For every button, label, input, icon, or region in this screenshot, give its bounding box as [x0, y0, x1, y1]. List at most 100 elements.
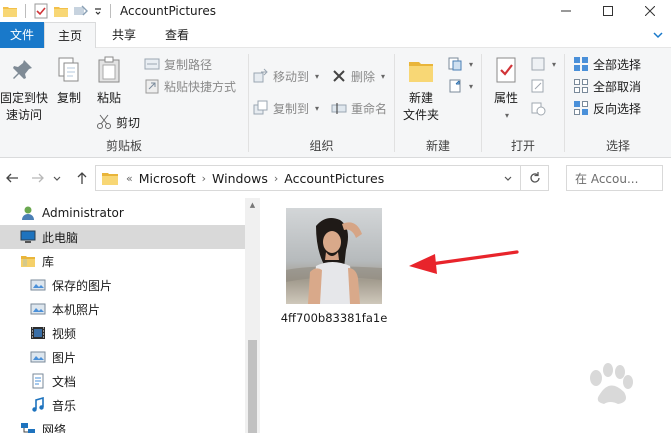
tab-view[interactable]: 查看 [150, 22, 204, 48]
breadcrumb-microsoft[interactable]: Microsoft [139, 171, 196, 186]
invert-selection-label: 反向选择 [593, 101, 642, 116]
rename-icon[interactable] [73, 3, 89, 19]
address-history-button[interactable] [498, 166, 518, 190]
delete-button[interactable]: 删除 ▾ [331, 66, 385, 86]
tab-share[interactable]: 共享 [100, 22, 148, 48]
pictures-library-icon [30, 277, 46, 293]
address-bar[interactable]: « Microsoft › Windows › AccountPictures [95, 165, 549, 191]
invert-selection-button[interactable]: 反向选择 [573, 98, 641, 118]
nav-item-label: 文档 [52, 374, 77, 389]
minimize-icon [561, 10, 571, 12]
nav-item-network[interactable]: 网络 [20, 417, 245, 433]
pin-label-line2: 速访问 [5, 108, 42, 122]
maximize-button[interactable] [587, 0, 629, 22]
breadcrumb-overflow-icon[interactable]: « [126, 172, 133, 185]
dropdown-arrow-icon: ▾ [315, 71, 320, 81]
paste-shortcut-button[interactable]: 粘贴快捷方式 [144, 76, 236, 96]
copy-path-button[interactable]: 复制路径 [144, 54, 212, 74]
copy-path-icon [144, 56, 160, 72]
open-button[interactable]: ▾ [530, 54, 556, 74]
nav-item-music[interactable]: 音乐 [30, 393, 245, 417]
forward-button[interactable] [28, 168, 48, 188]
baidu-paw-logo-icon [590, 363, 633, 404]
rename-icon [331, 100, 347, 116]
edit-button[interactable] [530, 76, 546, 96]
chevron-right-icon[interactable]: › [274, 172, 278, 185]
scissors-icon [96, 114, 112, 130]
nav-pane-scrollbar[interactable]: ▲ [245, 198, 260, 433]
copy-button[interactable]: 复制 [52, 54, 86, 107]
file-item[interactable]: 4ff700b83381fa1e [280, 208, 388, 327]
copy-to-icon [253, 100, 269, 116]
copy-path-label: 复制路径 [164, 57, 213, 72]
document-icon [30, 373, 46, 389]
move-to-button[interactable]: 移动到 ▾ [253, 66, 319, 86]
properties-check-icon[interactable] [33, 3, 49, 19]
network-icon [20, 421, 36, 433]
properties-button[interactable]: 属性 ▾ [486, 54, 526, 124]
customize-dropdown-icon[interactable] [93, 3, 103, 19]
breadcrumb-windows[interactable]: Windows [212, 171, 268, 186]
nav-item-pictures[interactable]: 图片 [30, 345, 245, 369]
nav-item-videos[interactable]: 视频 [30, 321, 245, 345]
select-none-button[interactable]: 全部取消 [573, 76, 641, 96]
ribbon-tabs: 文件 主页 共享 查看 [0, 22, 671, 49]
rename-button[interactable]: 重命名 [331, 98, 387, 118]
refresh-button[interactable] [520, 166, 548, 190]
new-group: 新建 文件夹 ▾ ▾ 新建 [395, 48, 481, 158]
new-item-button[interactable]: ▾ [447, 54, 473, 74]
delete-label: 删除 [351, 69, 376, 84]
minimize-button[interactable] [545, 0, 587, 22]
nav-item-label: 网络 [42, 422, 67, 433]
new-folder-icon[interactable] [53, 3, 69, 19]
nav-item-libraries[interactable]: 库 [20, 249, 245, 273]
nav-item-saved-pictures[interactable]: 保存的图片 [30, 273, 245, 297]
nav-item-label: 图片 [52, 350, 77, 365]
new-folder-button[interactable]: 新建 文件夹 [399, 54, 443, 124]
close-button[interactable] [629, 0, 671, 22]
history-button[interactable] [530, 98, 546, 118]
file-name[interactable]: 4ff700b83381fa1e [280, 310, 388, 327]
folder-icon[interactable] [2, 3, 18, 19]
tab-home[interactable]: 主页 [44, 22, 96, 49]
window-controls [545, 0, 671, 22]
library-folder-icon [20, 253, 36, 269]
tab-file[interactable]: 文件 [0, 22, 44, 48]
recent-locations-button[interactable] [50, 168, 64, 188]
copy-to-label: 复制到 [273, 101, 310, 116]
back-button[interactable] [2, 168, 22, 188]
scrollbar-thumb[interactable] [248, 340, 257, 433]
breadcrumb-accountpictures[interactable]: AccountPictures [284, 171, 384, 186]
select-group-label: 选择 [605, 139, 630, 153]
file-list-area[interactable]: 4ff700b83381fa1e [260, 198, 671, 433]
cut-button[interactable]: 剪切 [96, 112, 140, 132]
nav-item-this-pc[interactable]: 此电脑 [0, 225, 245, 249]
new-folder-icon [405, 54, 437, 86]
up-button[interactable] [72, 168, 92, 188]
search-input[interactable]: 在 Accou... [566, 165, 663, 191]
chevron-right-icon[interactable]: › [202, 172, 206, 185]
nav-item-camera-roll[interactable]: 本机照片 [30, 297, 245, 321]
pictures-icon [30, 349, 46, 365]
dropdown-arrow-icon: ▾ [469, 81, 474, 91]
scroll-up-arrow-icon[interactable]: ▲ [245, 198, 260, 212]
pin-to-quick-access-button[interactable]: 固定到快 速访问 [0, 54, 48, 124]
paste-button[interactable]: 粘贴 [92, 54, 126, 107]
clipboard-group: 固定到快 速访问 复制 粘贴 剪切 复制路径 粘贴快捷方式 剪贴板 [0, 48, 248, 158]
nav-item-documents[interactable]: 文档 [30, 369, 245, 393]
open-group-label: 打开 [510, 139, 535, 153]
edit-icon [530, 78, 546, 94]
pin-label-line1: 固定到快 [0, 91, 49, 105]
new-folder-label-line2: 文件夹 [402, 108, 439, 122]
new-group-label: 新建 [425, 139, 450, 153]
select-none-icon [573, 78, 589, 94]
ribbon-collapse-icon[interactable] [651, 28, 665, 42]
new-folder-label-line1: 新建 [408, 91, 433, 105]
cut-label: 剪切 [116, 115, 141, 130]
copy-to-button[interactable]: 复制到 ▾ [253, 98, 319, 118]
nav-item-administrator[interactable]: Administrator [20, 201, 245, 225]
easy-access-button[interactable]: ▾ [447, 76, 473, 96]
dropdown-arrow-icon: ▾ [552, 59, 557, 69]
select-all-button[interactable]: 全部选择 [573, 54, 641, 74]
arrow-left-icon [6, 173, 18, 183]
